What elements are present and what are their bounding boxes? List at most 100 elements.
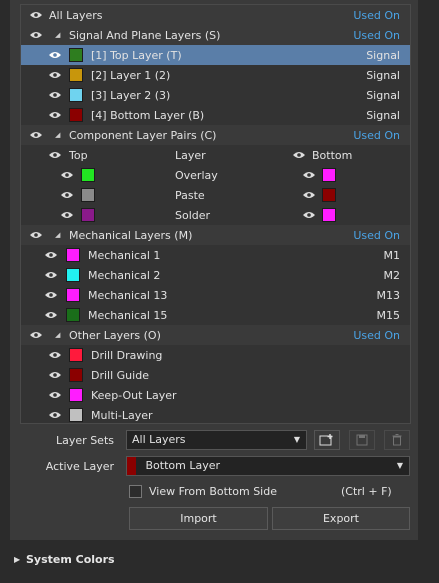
- eye-icon[interactable]: [49, 70, 61, 80]
- layer-row-bottom-layer[interactable]: [4] Bottom Layer (B) Signal: [21, 105, 410, 125]
- top-color-swatch[interactable]: [81, 168, 95, 182]
- signal-group-row[interactable]: ◢ Signal And Plane Layers (S) Used On: [21, 25, 410, 45]
- layer-row-layer1[interactable]: [2] Layer 1 (2) Signal: [21, 65, 410, 85]
- import-button[interactable]: Import: [129, 507, 268, 530]
- eye-icon[interactable]: [30, 330, 42, 340]
- chevron-down-icon: ▼: [396, 461, 403, 470]
- system-colors-label[interactable]: System Colors: [26, 553, 115, 566]
- other-row-drill-drawing[interactable]: Drill Drawing: [21, 345, 410, 365]
- all-layers-label: All Layers: [49, 8, 103, 22]
- layer-name: Mechanical 13: [88, 288, 168, 302]
- layer-color-swatch[interactable]: [69, 68, 83, 82]
- layer-color-swatch[interactable]: [69, 48, 83, 62]
- mech-row-15[interactable]: Mechanical 15 M15: [21, 305, 410, 325]
- eye-icon[interactable]: [303, 170, 315, 180]
- bottom-bar: ▶ System Colors: [0, 545, 439, 583]
- component-group-row[interactable]: ◢ Component Layer Pairs (C) Used On: [21, 125, 410, 145]
- eye-icon[interactable]: [30, 30, 42, 40]
- eye-icon[interactable]: [49, 350, 61, 360]
- pair-top-header: Top: [69, 148, 88, 162]
- mech-row-2[interactable]: Mechanical 2 M2: [21, 265, 410, 285]
- layer-name: Drill Guide: [91, 368, 149, 382]
- layer-color-swatch[interactable]: [69, 88, 83, 102]
- pair-row-paste[interactable]: Paste: [21, 185, 410, 205]
- eye-icon[interactable]: [61, 190, 73, 200]
- save-layer-set-button[interactable]: [349, 430, 375, 450]
- used-on-link[interactable]: Used On: [353, 9, 400, 22]
- layer-sets-value: All Layers: [132, 433, 186, 446]
- pair-layer-name: Overlay: [175, 168, 218, 182]
- bottom-color-swatch[interactable]: [322, 208, 336, 222]
- active-layer-dropdown[interactable]: Bottom Layer ▼: [126, 456, 410, 476]
- collapse-triangle-icon[interactable]: ◢: [55, 231, 63, 239]
- collapse-triangle-icon[interactable]: ◢: [55, 31, 63, 39]
- eye-icon[interactable]: [49, 150, 61, 160]
- other-row-multilayer[interactable]: Multi-Layer: [21, 405, 410, 425]
- export-button[interactable]: Export: [272, 507, 410, 530]
- layer-color-swatch[interactable]: [66, 248, 80, 262]
- layer-name: Mechanical 1: [88, 248, 161, 262]
- eye-icon[interactable]: [293, 150, 305, 160]
- eye-icon[interactable]: [49, 370, 61, 380]
- eye-icon[interactable]: [49, 50, 61, 60]
- layer-type: Signal: [366, 108, 400, 122]
- bottom-color-swatch[interactable]: [322, 188, 336, 202]
- top-color-swatch[interactable]: [81, 188, 95, 202]
- delete-layer-set-button[interactable]: [384, 430, 410, 450]
- eye-icon[interactable]: [30, 10, 42, 20]
- pair-header-row: Top Layer Bottom: [21, 145, 410, 165]
- eye-icon[interactable]: [45, 290, 57, 300]
- pair-layer-header: Layer: [175, 148, 206, 162]
- top-color-swatch[interactable]: [81, 208, 95, 222]
- used-on-link[interactable]: Used On: [353, 29, 400, 42]
- layer-name: [3] Layer 2 (3): [91, 88, 171, 102]
- layer-color-swatch[interactable]: [66, 268, 80, 282]
- mech-row-13[interactable]: Mechanical 13 M13: [21, 285, 410, 305]
- used-on-link[interactable]: Used On: [353, 229, 400, 242]
- layer-color-swatch[interactable]: [66, 288, 80, 302]
- eye-icon[interactable]: [61, 170, 73, 180]
- all-layers-row[interactable]: All Layers Used On: [21, 5, 410, 25]
- expand-arrow-icon[interactable]: ▶: [14, 555, 20, 564]
- layer-code: M13: [376, 288, 401, 302]
- layer-color-swatch[interactable]: [69, 348, 83, 362]
- used-on-link[interactable]: Used On: [353, 329, 400, 342]
- group-label: Component Layer Pairs (C): [69, 128, 217, 142]
- eye-icon[interactable]: [45, 310, 57, 320]
- collapse-triangle-icon[interactable]: ◢: [55, 331, 63, 339]
- eye-icon[interactable]: [303, 190, 315, 200]
- other-row-keepout[interactable]: Keep-Out Layer: [21, 385, 410, 405]
- eye-icon[interactable]: [303, 210, 315, 220]
- eye-icon[interactable]: [49, 90, 61, 100]
- layer-color-swatch[interactable]: [69, 388, 83, 402]
- view-from-bottom-checkbox[interactable]: [129, 485, 142, 498]
- pair-row-solder[interactable]: Solder: [21, 205, 410, 225]
- pair-layer-name: Paste: [175, 188, 205, 202]
- layer-row-top-layer[interactable]: [1] Top Layer (T) Signal: [21, 45, 410, 65]
- eye-icon[interactable]: [49, 110, 61, 120]
- layer-color-swatch[interactable]: [66, 308, 80, 322]
- layer-color-swatch[interactable]: [69, 368, 83, 382]
- add-layer-set-button[interactable]: [314, 430, 340, 450]
- eye-icon[interactable]: [49, 390, 61, 400]
- other-row-drill-guide[interactable]: Drill Guide: [21, 365, 410, 385]
- used-on-link[interactable]: Used On: [353, 129, 400, 142]
- pair-row-overlay[interactable]: Overlay: [21, 165, 410, 185]
- eye-icon[interactable]: [45, 250, 57, 260]
- collapse-triangle-icon[interactable]: ◢: [55, 131, 63, 139]
- layer-color-swatch[interactable]: [69, 108, 83, 122]
- eye-icon[interactable]: [45, 270, 57, 280]
- bottom-color-swatch[interactable]: [322, 168, 336, 182]
- other-group-row[interactable]: ◢ Other Layers (O) Used On: [21, 325, 410, 345]
- view-from-bottom-shortcut: (Ctrl + F): [341, 485, 392, 498]
- eye-icon[interactable]: [49, 410, 61, 420]
- layer-sets-dropdown[interactable]: All Layers ▼: [126, 430, 307, 450]
- layer-color-swatch[interactable]: [69, 408, 83, 422]
- mech-row-1[interactable]: Mechanical 1 M1: [21, 245, 410, 265]
- layer-row-layer2[interactable]: [3] Layer 2 (3) Signal: [21, 85, 410, 105]
- save-icon: [356, 434, 368, 446]
- eye-icon[interactable]: [61, 210, 73, 220]
- mechanical-group-row[interactable]: ◢ Mechanical Layers (M) Used On: [21, 225, 410, 245]
- eye-icon[interactable]: [30, 130, 42, 140]
- eye-icon[interactable]: [30, 230, 42, 240]
